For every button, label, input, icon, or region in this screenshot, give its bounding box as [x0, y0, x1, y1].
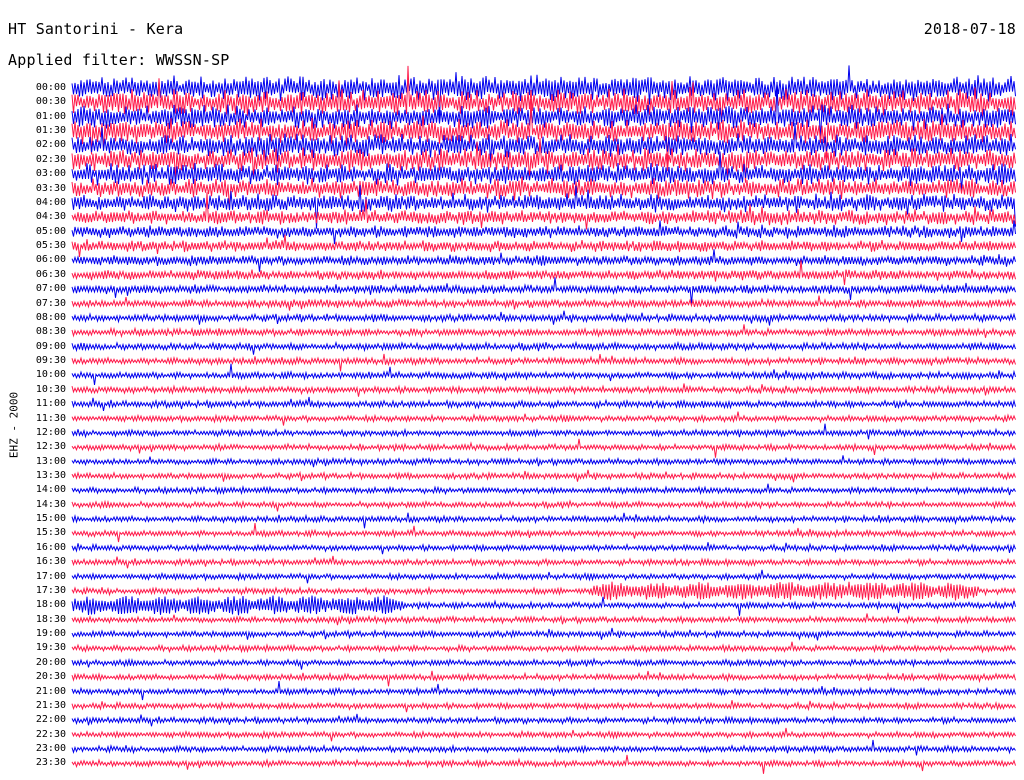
trace-row-2230 — [71, 727, 1016, 742]
trace-row-2000 — [71, 657, 1016, 670]
trace-row-1400 — [71, 483, 1016, 496]
trace-row-0700 — [71, 277, 1016, 304]
trace-row-1600 — [71, 542, 1016, 555]
trace-row-1230 — [71, 438, 1016, 458]
time-label: 02:00 — [35, 139, 66, 151]
trace-row-1430 — [71, 499, 1016, 512]
time-label: 15:30 — [35, 527, 66, 539]
time-label: 13:00 — [35, 455, 66, 467]
time-label: 01:30 — [35, 125, 66, 137]
trace-row-1900 — [71, 627, 1016, 641]
time-label: 20:00 — [35, 656, 66, 668]
trace-row-1930 — [71, 641, 1016, 654]
helicorder-plot — [71, 65, 1016, 774]
time-label: 03:00 — [35, 168, 66, 180]
time-label: 09:30 — [35, 355, 66, 367]
trace-row-1100 — [71, 396, 1016, 411]
trace-row-0430 — [71, 192, 1016, 230]
trace-row-0800 — [71, 310, 1016, 326]
trace-row-0830 — [71, 324, 1016, 339]
trace-row-2330 — [71, 754, 1016, 774]
trace-row-2030 — [71, 670, 1016, 687]
trace-row-1300 — [71, 455, 1016, 468]
time-label: 13:30 — [35, 469, 66, 481]
trace-row-1200 — [71, 423, 1016, 440]
time-label: 19:00 — [35, 628, 66, 640]
trace-row-1730 — [71, 581, 1016, 601]
trace-row-2200 — [71, 713, 1016, 727]
trace-row-0730 — [71, 295, 1016, 311]
trace-row-1330 — [71, 469, 1016, 483]
trace-row-1000 — [71, 363, 1016, 385]
time-label: 16:30 — [35, 556, 66, 568]
time-label: 23:30 — [35, 757, 66, 769]
trace-row-0630 — [71, 260, 1016, 286]
trace-row-2300 — [71, 739, 1016, 756]
trace-row-0930 — [71, 353, 1016, 372]
trace-row-2100 — [71, 681, 1016, 701]
time-label: 02:30 — [35, 153, 66, 165]
time-label: 07:00 — [35, 283, 66, 295]
trace-row-0600 — [71, 249, 1016, 272]
time-label: 15:00 — [35, 513, 66, 525]
trace-row-2130 — [71, 700, 1016, 713]
time-label: 18:30 — [35, 613, 66, 625]
time-label: 06:00 — [35, 254, 66, 266]
time-label: 22:00 — [35, 714, 66, 726]
trace-row-1800 — [71, 595, 1016, 616]
trace-row-1530 — [71, 522, 1016, 543]
trace-row-0500 — [71, 220, 1016, 245]
time-label: 14:30 — [35, 498, 66, 510]
time-label: 21:00 — [35, 685, 66, 697]
time-label: 07:30 — [35, 297, 66, 309]
time-label: 14:00 — [35, 484, 66, 496]
trace-row-1700 — [71, 569, 1016, 584]
time-label: 19:30 — [35, 642, 66, 654]
time-label: 12:00 — [35, 426, 66, 438]
time-label: 10:30 — [35, 383, 66, 395]
time-label: 03:30 — [35, 182, 66, 194]
time-label: 17:00 — [35, 570, 66, 582]
trace-row-1130 — [71, 411, 1016, 426]
time-label: 06:30 — [35, 268, 66, 280]
time-label: 01:00 — [35, 110, 66, 122]
time-label: 23:00 — [35, 743, 66, 755]
time-label: 22:30 — [35, 728, 66, 740]
trace-row-1630 — [71, 555, 1016, 569]
time-label: 11:00 — [35, 398, 66, 410]
time-label: 12:30 — [35, 441, 66, 453]
time-label: 05:00 — [35, 225, 66, 237]
time-label: 11:30 — [35, 412, 66, 424]
time-axis-labels: 00:00 00:30 01:00 01:30 02:00 02:30 03:00 03:30… — [0, 0, 66, 780]
trace-row-0530 — [71, 234, 1016, 258]
time-label: 18:00 — [35, 599, 66, 611]
trace-row-1030 — [71, 383, 1016, 397]
record-date: 2018-07-18 — [923, 20, 1016, 38]
time-label: 04:00 — [35, 196, 66, 208]
time-label: 00:30 — [35, 96, 66, 108]
time-label: 17:30 — [35, 584, 66, 596]
time-label: 09:00 — [35, 340, 66, 352]
time-label: 00:00 — [35, 82, 66, 93]
time-label: 05:30 — [35, 240, 66, 252]
time-label: 16:00 — [35, 541, 66, 553]
time-label: 21:30 — [35, 699, 66, 711]
time-label: 08:00 — [35, 311, 66, 323]
trace-row-1830 — [71, 613, 1016, 626]
time-label: 04:30 — [35, 211, 66, 223]
time-label: 08:30 — [35, 326, 66, 338]
time-label: 10:00 — [35, 369, 66, 381]
trace-row-1500 — [71, 512, 1016, 529]
trace-row-0900 — [71, 340, 1016, 355]
time-label: 20:30 — [35, 671, 66, 683]
